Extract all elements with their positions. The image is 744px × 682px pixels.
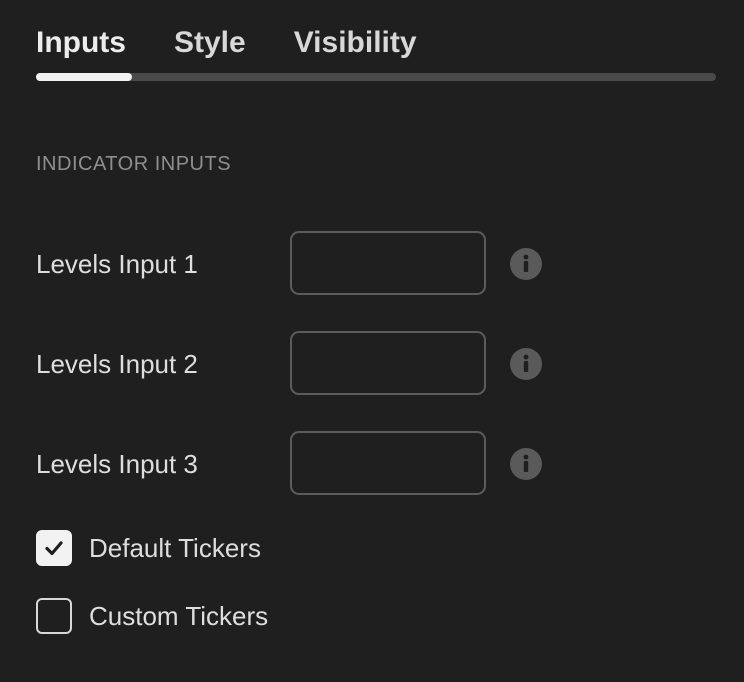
custom-tickers-option[interactable]: Custom Tickers (36, 598, 268, 634)
checkmark-icon (45, 541, 63, 556)
levels-input-3-field[interactable] (290, 431, 486, 495)
custom-tickers-checkbox[interactable] (36, 598, 72, 634)
levels-input-1-row: Levels Input 1 (36, 231, 556, 297)
default-tickers-checkbox[interactable] (36, 530, 72, 566)
tab-active-indicator (36, 73, 132, 81)
tab-bar: Inputs Style Visibility (36, 22, 417, 64)
default-tickers-option[interactable]: Default Tickers (36, 530, 261, 566)
custom-tickers-label: Custom Tickers (89, 601, 269, 631)
tab-visibility[interactable]: Visibility (294, 22, 417, 64)
tab-style[interactable]: Style (174, 22, 246, 64)
levels-input-2-field[interactable] (290, 331, 486, 395)
default-tickers-label: Default Tickers (89, 533, 261, 563)
tab-inputs[interactable]: Inputs (36, 22, 126, 64)
info-icon[interactable] (510, 448, 542, 480)
info-icon[interactable] (510, 248, 542, 280)
tab-track (36, 73, 716, 81)
info-icon[interactable] (510, 348, 542, 380)
levels-input-2-label: Levels Input 2 (36, 349, 198, 379)
levels-input-3-label: Levels Input 3 (36, 449, 198, 479)
section-title: INDICATOR INPUTS (36, 153, 232, 175)
levels-input-1-label: Levels Input 1 (36, 249, 198, 279)
levels-input-2-row: Levels Input 2 (36, 331, 556, 397)
levels-input-1-field[interactable] (290, 231, 486, 295)
levels-input-3-row: Levels Input 3 (36, 431, 556, 497)
